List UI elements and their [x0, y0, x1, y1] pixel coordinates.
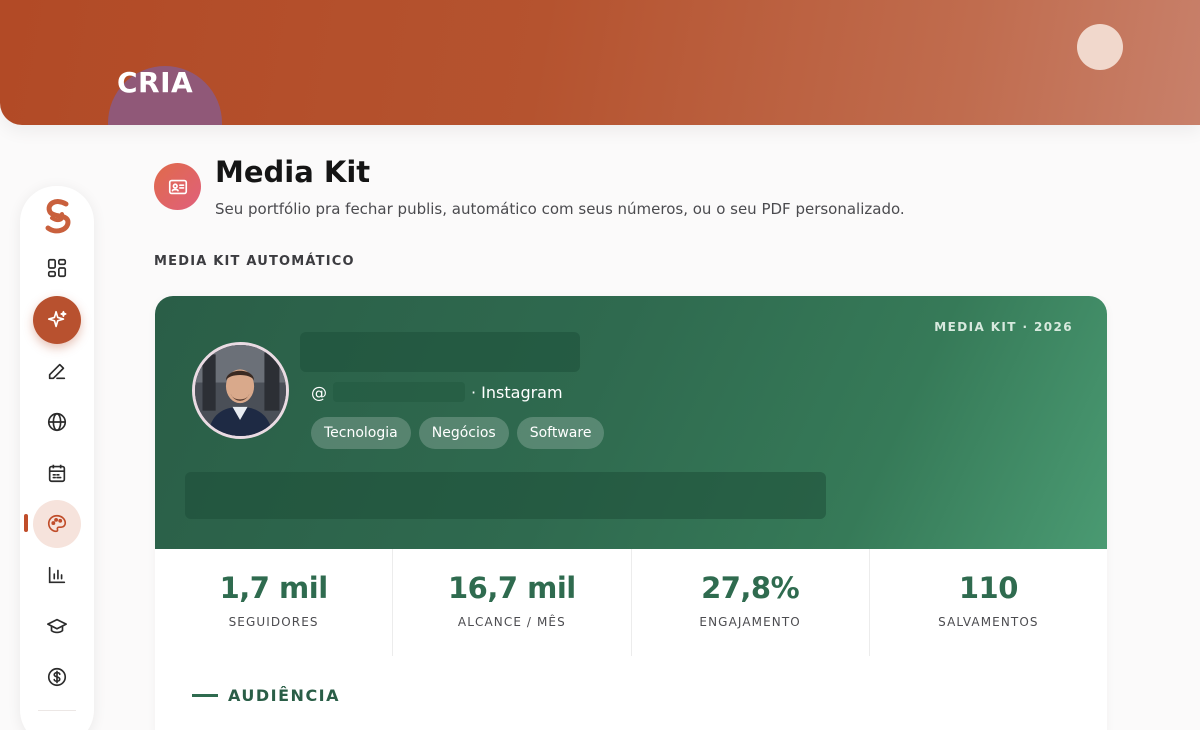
sidebar-item-dashboard[interactable] — [33, 244, 81, 292]
user-avatar-button[interactable] — [1077, 24, 1123, 70]
globe-icon — [47, 412, 67, 432]
profile-name-redacted — [300, 332, 580, 372]
handle-redacted — [333, 382, 465, 402]
audience-label: AUDIÊNCIA — [228, 686, 341, 705]
profile-photo — [192, 342, 289, 439]
audience-heading: AUDIÊNCIA — [192, 686, 340, 705]
section-label: MEDIA KIT AUTOMÁTICO — [154, 254, 355, 269]
palette-icon — [47, 514, 67, 533]
stat-value: 110 — [958, 571, 1019, 605]
dashboard-icon — [47, 258, 67, 278]
app-logo-icon[interactable] — [38, 196, 78, 238]
stat-reach: 16,7 mil ALCANCE / MÊS — [393, 549, 632, 656]
platform-label: · Instagram — [471, 382, 563, 402]
top-banner: CRIA — [0, 0, 1200, 125]
sidebar-item-finance[interactable] — [33, 653, 81, 701]
profile-handle: @ · Instagram — [311, 382, 563, 402]
profile-bio-redacted — [185, 472, 826, 519]
stat-followers: 1,7 mil SEGUIDORES — [155, 549, 394, 656]
media-kit-icon — [154, 163, 201, 210]
stat-value: 1,7 mil — [219, 571, 329, 605]
sidebar-item-analytics[interactable] — [33, 551, 81, 599]
niche-tags: Tecnologia Negócios Software — [311, 417, 605, 449]
stat-saves: 110 SALVAMENTOS — [870, 549, 1107, 656]
sidebar-item-media-kit[interactable] — [33, 500, 81, 548]
sidebar-item-editor[interactable] — [33, 347, 81, 395]
audience-accent-bar — [192, 694, 218, 697]
tag-tecnologia: Tecnologia — [311, 417, 411, 449]
graduation-cap-icon — [47, 618, 67, 634]
calendar-icon — [48, 464, 66, 483]
stat-value: 27,8% — [701, 571, 800, 605]
media-kit-card: MEDIA KIT · 2026 @ · Instagram Tecnologi… — [155, 296, 1107, 730]
media-kit-hero: MEDIA KIT · 2026 @ · Instagram Tecnologi… — [155, 296, 1107, 549]
sidebar-item-ai[interactable] — [33, 296, 81, 344]
brand-logo[interactable]: CRIA — [117, 66, 193, 99]
stats-row: 1,7 mil SEGUIDORES 16,7 mil ALCANCE / MÊ… — [155, 549, 1107, 656]
sparkles-icon — [47, 310, 67, 328]
sidebar — [20, 186, 94, 730]
stat-value: 16,7 mil — [448, 571, 576, 605]
bar-chart-icon — [48, 566, 66, 584]
sidebar-divider — [38, 710, 76, 711]
stat-label: SALVAMENTOS — [938, 615, 1039, 629]
sidebar-item-web[interactable] — [33, 398, 81, 446]
dollar-icon — [47, 667, 67, 687]
sidebar-item-calendar[interactable] — [33, 449, 81, 497]
stat-label: ALCANCE / MÊS — [457, 615, 566, 629]
stat-label: ENGAJAMENTO — [699, 615, 801, 629]
stat-engagement: 27,8% ENGAJAMENTO — [632, 549, 870, 656]
media-kit-year: MEDIA KIT · 2026 — [934, 320, 1073, 334]
stat-label: SEGUIDORES — [228, 615, 319, 629]
tag-software: Software — [516, 417, 605, 449]
active-indicator — [24, 514, 28, 532]
sidebar-item-courses[interactable] — [33, 602, 81, 650]
handle-prefix: @ — [311, 382, 327, 402]
tag-negocios: Negócios — [418, 417, 509, 449]
page-subtitle: Seu portfólio pra fechar publis, automát… — [215, 200, 905, 218]
page-title: Media Kit — [215, 155, 371, 189]
pencil-icon — [48, 363, 66, 380]
